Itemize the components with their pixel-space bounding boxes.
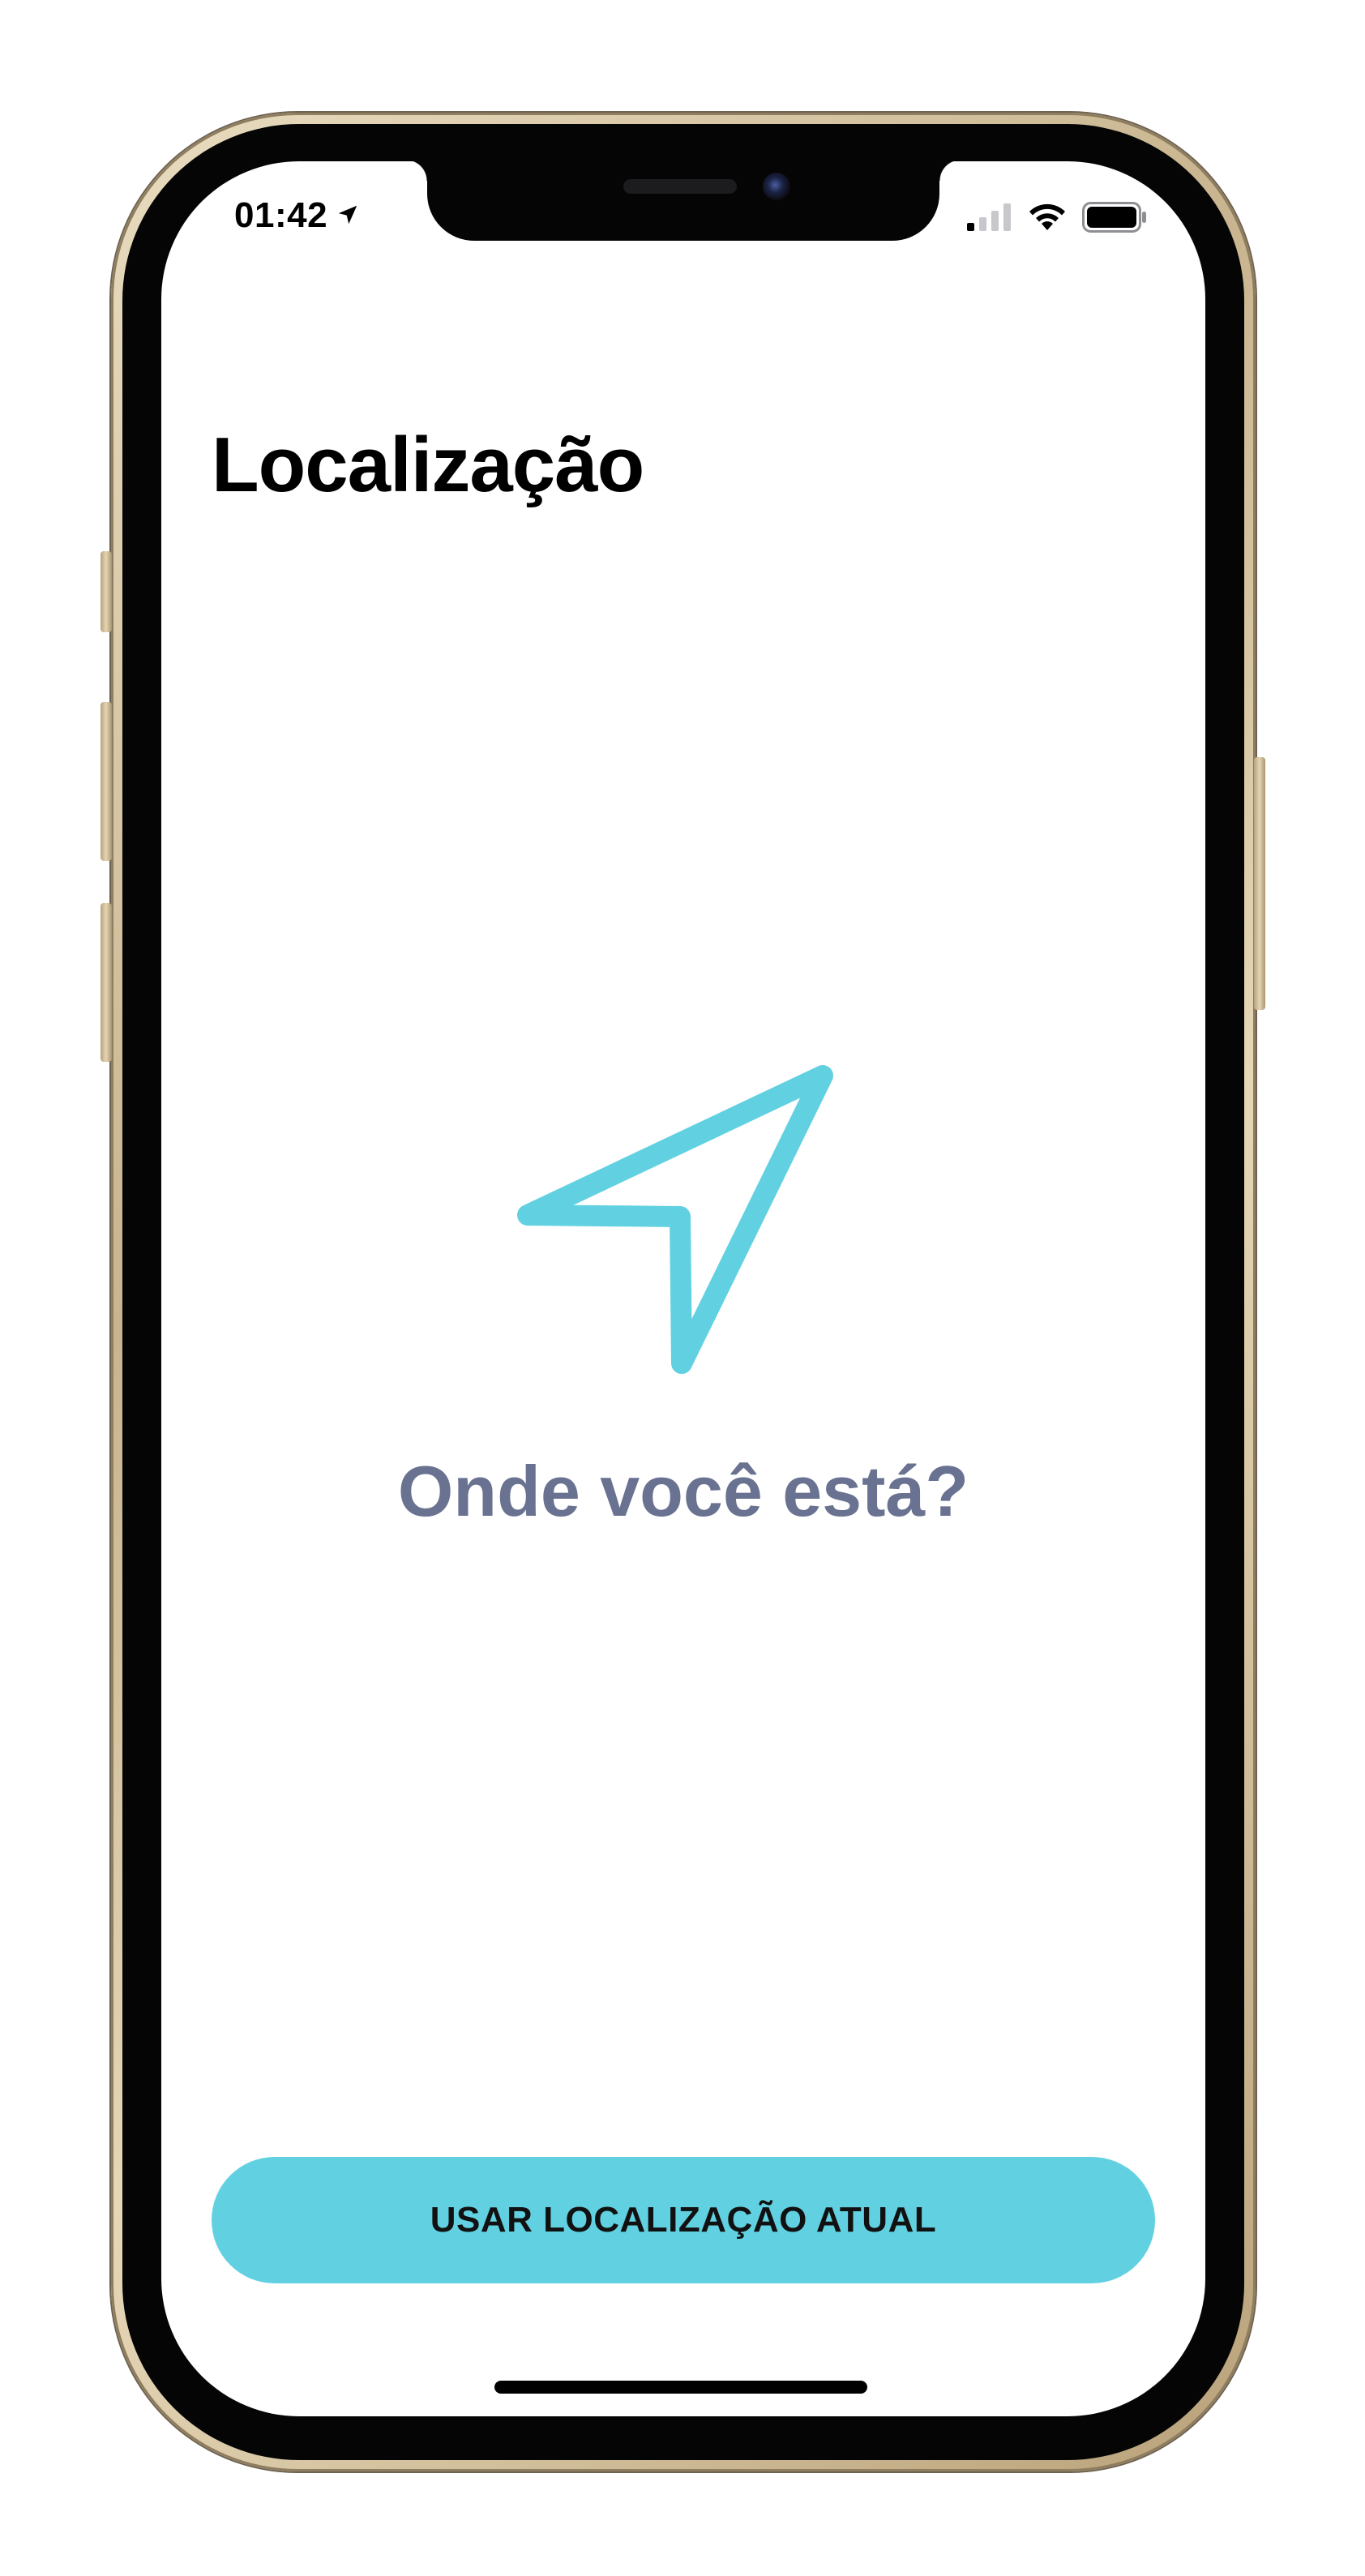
volume-up-button: [101, 702, 112, 861]
battery-icon: [1082, 202, 1147, 237]
home-indicator[interactable]: [494, 2381, 867, 2394]
front-camera: [763, 173, 790, 200]
notch: [406, 161, 961, 241]
app-stage: 01:42 Localização Onde você está? USAR L…: [0, 0, 1365, 2576]
status-bar-time-group: 01:42: [234, 195, 360, 236]
silent-switch: [101, 551, 112, 632]
device-screen: 01:42 Localização Onde você está? USAR L…: [161, 161, 1205, 2416]
earpiece-speaker: [623, 179, 737, 194]
location-arrow-icon: [336, 195, 360, 236]
status-bar-indicators: [967, 202, 1147, 237]
page-title: Localização: [212, 421, 644, 508]
location-prompt: Onde você está?: [397, 1451, 969, 1531]
status-time: 01:42: [234, 195, 328, 235]
navigation-arrow-icon: [510, 1045, 850, 1385]
volume-down-button: [101, 903, 112, 1062]
power-button: [1254, 757, 1265, 1010]
use-current-location-button[interactable]: USAR LOCALIZAÇÃO ATUAL: [212, 2157, 1155, 2283]
wifi-icon: [1027, 203, 1068, 236]
cellular-signal-icon: [967, 203, 1012, 235]
